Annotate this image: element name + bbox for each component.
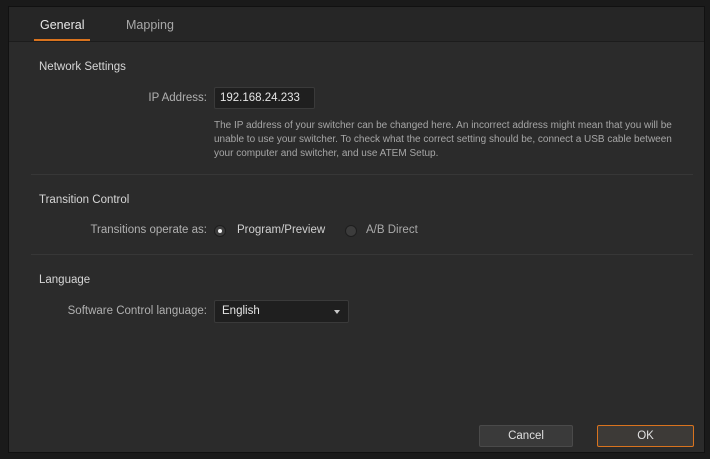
language-select-value: English [222,305,260,317]
ip-help-text: The IP address of your switcher can be c… [214,120,672,159]
radio-ab-direct[interactable] [345,225,357,237]
radio-ab-direct-label[interactable]: A/B Direct [366,224,418,236]
divider-transition [31,254,693,255]
language-select[interactable]: English [214,300,349,323]
ok-button[interactable]: OK [597,425,694,447]
ip-address-label: IP Address: [148,92,207,104]
tab-general[interactable]: General [40,18,84,32]
transitions-operate-label: Transitions operate as: [90,224,207,236]
chevron-down-icon [334,310,340,314]
tab-bar: General Mapping [9,7,704,42]
ip-address-input[interactable] [214,87,315,109]
radio-program-preview[interactable] [214,225,226,237]
radio-program-preview-label[interactable]: Program/Preview [237,224,325,236]
cancel-button[interactable]: Cancel [479,425,573,447]
language-title: Language [39,274,91,286]
divider-network [31,174,693,175]
preferences-window: General Mapping Network Settings IP Addr… [8,6,705,453]
active-tab-indicator [34,39,90,41]
tab-mapping[interactable]: Mapping [126,18,174,32]
software-control-language-label: Software Control language: [67,305,207,317]
transition-control-title: Transition Control [39,194,130,206]
network-settings-title: Network Settings [39,61,126,73]
